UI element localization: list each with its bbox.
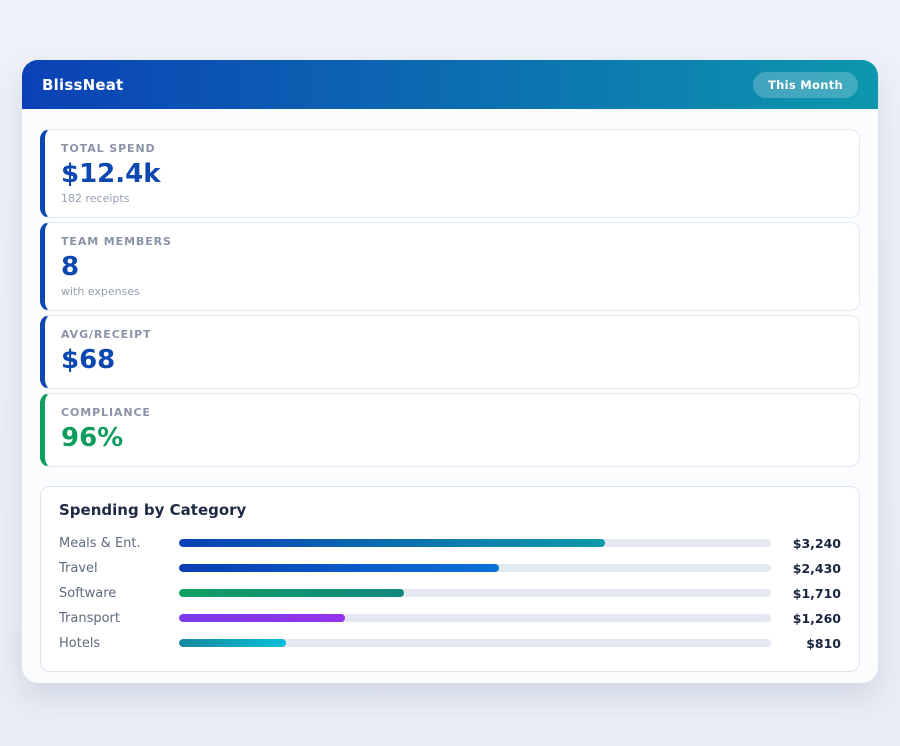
chart-row: Travel $2,430 bbox=[59, 556, 841, 581]
stat-card: AVG/RECEIPT $68 bbox=[40, 315, 860, 389]
bar-fill bbox=[179, 589, 404, 597]
category-value: $2,430 bbox=[779, 561, 841, 576]
stat-label: COMPLIANCE bbox=[61, 406, 843, 419]
chart-title: Spending by Category bbox=[59, 501, 841, 519]
stat-card: TEAM MEMBERS 8 with expenses bbox=[40, 222, 860, 311]
dashboard-card: BlissNeat This Month TOTAL SPEND $12.4k 18… bbox=[22, 60, 878, 683]
bar-track bbox=[179, 614, 771, 622]
chart-row: Hotels $810 bbox=[59, 631, 841, 656]
stat-value: 96% bbox=[61, 424, 843, 454]
bar-fill bbox=[179, 614, 345, 622]
bar-fill bbox=[179, 564, 499, 572]
bar-track bbox=[179, 589, 771, 597]
chart-row: Software $1,710 bbox=[59, 581, 841, 606]
bar-track bbox=[179, 564, 771, 572]
bar-fill bbox=[179, 639, 286, 647]
stat-value: $68 bbox=[61, 346, 843, 376]
category-label: Meals & Ent. bbox=[59, 536, 179, 551]
app-title: BlissNeat bbox=[42, 76, 123, 94]
stat-label: TOTAL SPEND bbox=[61, 142, 843, 155]
dashboard-content: TOTAL SPEND $12.4k 182 receipts TEAM MEMBER… bbox=[22, 109, 878, 690]
category-label: Software bbox=[59, 586, 179, 601]
stat-sub: with expenses bbox=[61, 285, 843, 298]
bar-track bbox=[179, 539, 771, 547]
stat-value: 8 bbox=[61, 253, 843, 283]
stats-list: TOTAL SPEND $12.4k 182 receipts TEAM MEMBER… bbox=[40, 129, 860, 467]
app-header: BlissNeat This Month bbox=[22, 60, 878, 109]
bar-fill bbox=[179, 539, 605, 547]
bar-track bbox=[179, 639, 771, 647]
stat-card: TOTAL SPEND $12.4k 182 receipts bbox=[40, 129, 860, 218]
stat-label: TEAM MEMBERS bbox=[61, 235, 843, 248]
spending-by-category-card: Spending by Category Meals & Ent. $3,240 T… bbox=[40, 486, 860, 672]
category-label: Hotels bbox=[59, 636, 179, 651]
category-value: $1,260 bbox=[779, 611, 841, 626]
category-value: $810 bbox=[779, 636, 841, 651]
chart-row: Transport $1,260 bbox=[59, 606, 841, 631]
period-badge[interactable]: This Month bbox=[753, 72, 858, 98]
category-label: Travel bbox=[59, 561, 179, 576]
category-label: Transport bbox=[59, 611, 179, 626]
stat-sub: 182 receipts bbox=[61, 192, 843, 205]
chart-row: Meals & Ent. $3,240 bbox=[59, 531, 841, 556]
stat-label: AVG/RECEIPT bbox=[61, 328, 843, 341]
stat-value: $12.4k bbox=[61, 160, 843, 190]
chart-rows: Meals & Ent. $3,240 Travel $2,430 Software $1… bbox=[59, 531, 841, 656]
stat-card: COMPLIANCE 96% bbox=[40, 393, 860, 467]
category-value: $3,240 bbox=[779, 536, 841, 551]
category-value: $1,710 bbox=[779, 586, 841, 601]
